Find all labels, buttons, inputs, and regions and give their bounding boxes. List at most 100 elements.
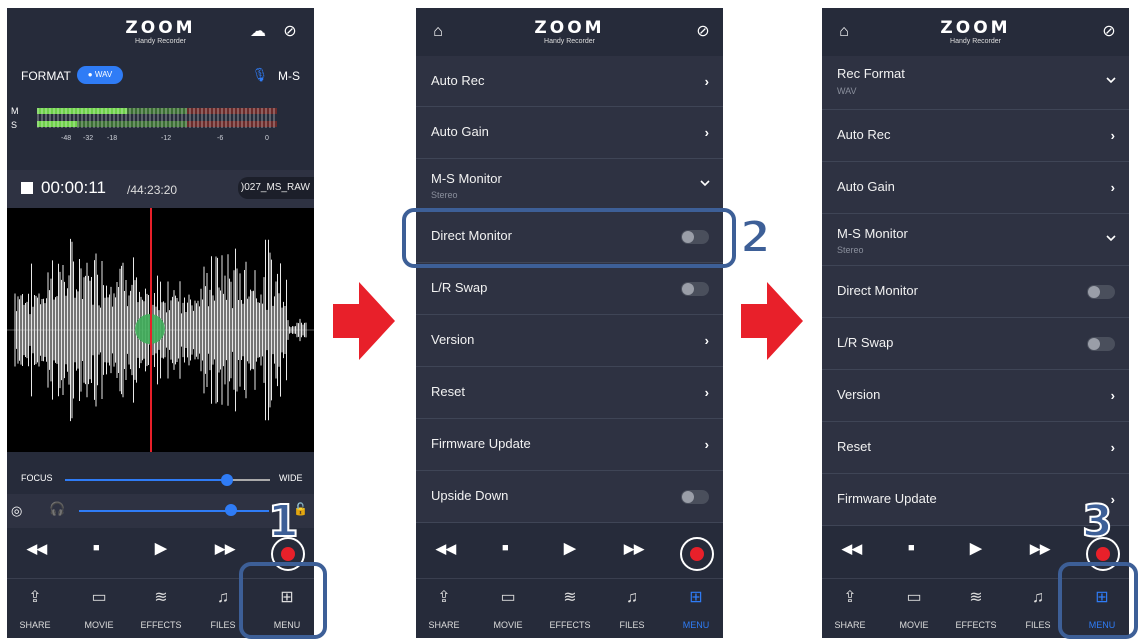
fast-forward-button[interactable]: ▶▶ (1030, 541, 1050, 557)
menu-item-upside-down[interactable]: Upside Down (416, 471, 723, 523)
menu-item-rec-format[interactable]: Rec Format WAV (822, 56, 1129, 110)
menu-item-reset[interactable]: Reset › (416, 367, 723, 419)
stop-status-icon (21, 182, 33, 194)
rewind-button[interactable]: ◀◀ (436, 541, 456, 557)
focus-wide-slider[interactable]: FOCUS WIDE (7, 464, 314, 494)
menu-item-auto-gain[interactable]: Auto Gain › (416, 107, 723, 159)
tab-menu[interactable]: ⊞ MENU (666, 585, 723, 630)
highlight-direct-monitor (402, 208, 736, 268)
rewind-button[interactable]: ◀◀ (27, 541, 47, 557)
menu-item-reset[interactable]: Reset › (822, 422, 1129, 474)
stop-button[interactable]: ■ (908, 542, 915, 554)
menu-item-ms-monitor[interactable]: M-S Monitor Stereo (822, 214, 1129, 266)
focus-label: FOCUS (21, 473, 53, 483)
play-button[interactable]: ▶ (564, 539, 576, 557)
stop-button[interactable]: ■ (502, 542, 509, 554)
chevron-right-icon: › (1110, 180, 1115, 195)
tab-effects[interactable]: ≋ EFFECTS (540, 585, 600, 630)
share-icon: ⇪ (437, 589, 451, 606)
fast-forward-button[interactable]: ▶▶ (215, 541, 235, 557)
rotation-lock-icon[interactable]: ⊘ (1099, 22, 1119, 42)
focus-track-fill (65, 479, 225, 481)
zoom-logo: ZOOM Handy Recorder (125, 18, 196, 46)
direct-monitor-toggle[interactable] (1087, 285, 1115, 299)
files-icon: ♫ (626, 589, 638, 606)
meter-bars (37, 108, 277, 128)
tab-effects[interactable]: ≋ EFFECTS (946, 585, 1006, 630)
zoom-logo: ZOOM Handy Recorder (940, 18, 1011, 46)
menu-item-ms-monitor[interactable]: M-S Monitor Stereo (416, 159, 723, 211)
menu-item-version[interactable]: Version › (416, 315, 723, 367)
app-header: ⌂ ZOOM Handy Recorder ⊘ (822, 8, 1129, 56)
play-button[interactable]: ▶ (970, 539, 982, 557)
format-pill[interactable]: ● WAV (77, 66, 123, 84)
wide-label: WIDE (279, 473, 303, 483)
format-label: FORMAT (21, 69, 71, 83)
menu-grid-icon: ⊞ (689, 589, 703, 606)
highlight-menu-tab (239, 562, 327, 639)
tab-movie[interactable]: ▭ MOVIE (69, 585, 129, 630)
zoom-logo: ZOOM Handy Recorder (534, 18, 605, 46)
file-name[interactable]: )027_MS_RAW (238, 177, 314, 199)
lr-swap-toggle[interactable] (681, 282, 709, 296)
tab-share[interactable]: ⇪ SHARE (822, 585, 880, 630)
menu-item-auto-rec[interactable]: Auto Rec › (416, 56, 723, 107)
arrow-right-2 (741, 282, 803, 360)
arrow-right-1 (333, 282, 395, 360)
rotation-lock-icon[interactable]: ⊘ (693, 22, 713, 42)
tab-share[interactable]: ⇪ SHARE (416, 585, 474, 630)
airplay-icon[interactable]: ◎ (11, 503, 22, 519)
tab-movie[interactable]: ▭ MOVIE (884, 585, 944, 630)
step-number-1: 1 (267, 496, 300, 547)
chevron-right-icon: › (1110, 388, 1115, 403)
menu-item-version[interactable]: Version › (822, 370, 1129, 422)
share-icon: ⇪ (28, 589, 42, 606)
upside-down-toggle[interactable] (681, 490, 709, 504)
stop-button[interactable]: ■ (93, 542, 100, 554)
tab-movie[interactable]: ▭ MOVIE (478, 585, 538, 630)
tab-files[interactable]: ♫ FILES (602, 585, 662, 630)
menu-screen: ⌂ ZOOM Handy Recorder ⊘ Auto Rec › Auto … (416, 8, 723, 638)
tab-bar: ⇪ SHARE ▭ MOVIE ≋ EFFECTS ♫ FILES ⊞ MENU (416, 578, 723, 638)
fast-forward-button[interactable]: ▶▶ (624, 541, 644, 557)
channel-mode[interactable]: M-S (278, 69, 300, 83)
effects-icon: ≋ (154, 589, 168, 606)
effects-icon: ≋ (969, 589, 983, 606)
volume-thumb[interactable] (225, 504, 237, 516)
elapsed-time: 00:00:11 (41, 178, 106, 197)
focus-thumb[interactable] (221, 474, 233, 486)
menu-item-auto-gain[interactable]: Auto Gain › (822, 162, 1129, 214)
waveform[interactable] (7, 208, 314, 452)
share-icon: ⇪ (843, 589, 857, 606)
movie-icon: ▭ (500, 589, 516, 606)
home-icon[interactable]: ⌂ (428, 22, 448, 42)
menu-item-firmware-update[interactable]: Firmware Update › (416, 419, 723, 471)
cloud-icon[interactable]: ☁ (248, 22, 268, 42)
movie-icon: ▭ (906, 589, 922, 606)
menu-item-direct-monitor[interactable]: Direct Monitor (822, 266, 1129, 318)
rewind-button[interactable]: ◀◀ (842, 541, 862, 557)
lr-swap-toggle[interactable] (1087, 337, 1115, 351)
chevron-right-icon: › (704, 74, 709, 89)
volume-track (79, 510, 269, 512)
step-number-3: 3 (1081, 496, 1114, 547)
menu-item-auto-rec[interactable]: Auto Rec › (822, 110, 1129, 162)
app-header: ⌂ ZOOM Handy Recorder ⊘ (416, 8, 723, 56)
menu-item-lr-swap[interactable]: L/R Swap (416, 263, 723, 315)
settings-list: Rec Format WAV Auto Rec › Auto Gain › M-… (822, 56, 1129, 526)
step-number-2: 2 (739, 212, 772, 263)
meter-channel-m: M (11, 106, 19, 116)
play-button[interactable]: ▶ (155, 539, 167, 557)
chevron-right-icon: › (704, 385, 709, 400)
tab-effects[interactable]: ≋ EFFECTS (131, 585, 191, 630)
chevron-down-icon (1106, 77, 1116, 84)
tab-share[interactable]: ⇪ SHARE (7, 585, 65, 630)
chevron-down-icon (1106, 235, 1116, 242)
rotation-lock-icon[interactable]: ⊘ (280, 22, 300, 42)
meter-channel-s: S (11, 120, 18, 130)
home-icon[interactable]: ⌂ (834, 22, 854, 42)
record-button[interactable] (680, 537, 714, 571)
headphones-icon: 🎧 (49, 501, 66, 516)
menu-item-lr-swap[interactable]: L/R Swap (822, 318, 1129, 370)
settings-list: Auto Rec › Auto Gain › M-S Monitor Stere… (416, 56, 723, 523)
